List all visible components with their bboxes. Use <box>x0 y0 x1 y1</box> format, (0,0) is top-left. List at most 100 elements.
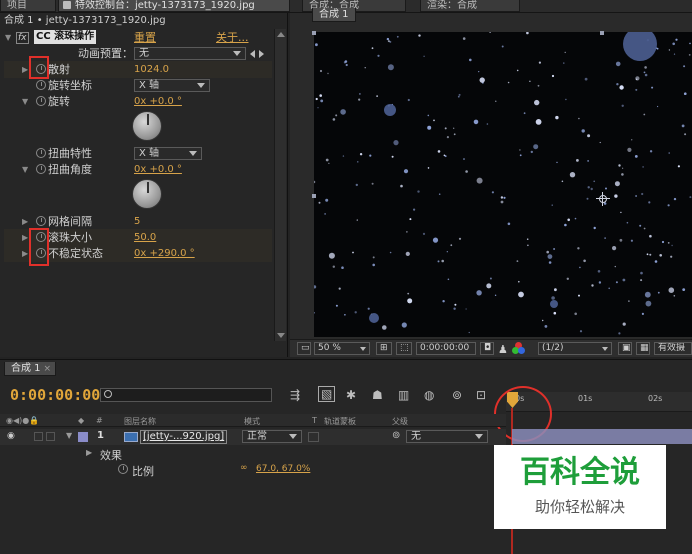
viewer-timecode[interactable]: 0:00:00:00 <box>416 342 476 355</box>
preset-dropdown[interactable]: 无 <box>134 47 246 60</box>
stopwatch-icon[interactable] <box>36 164 46 174</box>
expand-triangle-icon[interactable]: ▶ <box>22 213 28 230</box>
star-dot <box>315 43 318 47</box>
prop-value[interactable]: 5 <box>134 213 140 230</box>
prev-preset-icon[interactable] <box>250 50 255 58</box>
preserve-transparency-toggle[interactable] <box>308 432 319 442</box>
constrain-proportions-icon[interactable]: ∞ <box>240 463 248 473</box>
effect-controls-scrollbar[interactable] <box>274 29 286 341</box>
effects-row[interactable]: ▶ 效果 <box>0 446 506 462</box>
label-color-swatch[interactable] <box>78 432 88 442</box>
graph-editor-icon[interactable]: ⊡ <box>476 388 486 402</box>
show-snapshot-person-icon[interactable]: ♟ <box>498 343 508 356</box>
comp-canvas[interactable] <box>314 32 692 337</box>
scroll-up-icon[interactable] <box>277 32 285 37</box>
collapse-triangle-icon[interactable]: ▼ <box>22 93 28 110</box>
resolution-dropdown[interactable]: (1/2) <box>538 342 612 355</box>
region-of-interest-icon[interactable]: ⬚ <box>396 342 412 355</box>
motion-blur-icon[interactable]: ◍ <box>424 388 434 402</box>
layer-row[interactable]: ◉ ▼ 1 [jetty-...920.jpg] 正常 ⊚ 无 <box>0 429 506 445</box>
stopwatch-icon[interactable] <box>36 80 46 90</box>
brainstorm-icon[interactable]: ⊚ <box>452 388 462 402</box>
always-preview-icon[interactable]: ▭ <box>297 342 311 355</box>
frame-blending-icon[interactable]: ▥ <box>398 388 409 402</box>
tab-timeline-comp-1[interactable]: 合成 1 × <box>4 362 56 376</box>
transparency-grid-icon[interactable]: ▦ <box>636 342 650 355</box>
tab-effect-controls[interactable]: 特效控制台：jetty-1373173_1920.jpg <box>58 0 290 12</box>
next-preset-icon[interactable] <box>259 50 264 58</box>
comp-corner-handle[interactable] <box>600 31 604 35</box>
rotation-axis-dropdown[interactable]: X 轴 <box>134 79 210 92</box>
collapse-triangle-icon[interactable]: ▼ <box>22 161 28 178</box>
zoom-dropdown[interactable]: 50 % <box>314 342 370 355</box>
comp-edge-handle[interactable] <box>312 194 316 198</box>
prop-value[interactable]: 50.0 <box>134 229 156 246</box>
star-dot <box>618 164 621 167</box>
stopwatch-icon[interactable] <box>118 464 128 474</box>
draft-3d-icon[interactable]: ✱ <box>346 388 356 402</box>
fit-frame-icon[interactable]: ⊞ <box>376 342 392 355</box>
chevron-down-icon <box>189 151 197 156</box>
stopwatch-icon[interactable] <box>36 216 46 226</box>
stopwatch-icon[interactable] <box>36 148 46 158</box>
color-channels-icon[interactable] <box>512 342 526 355</box>
tab-project[interactable]: 项目 <box>0 0 56 12</box>
tab-comp-viewer-b[interactable]: 渲染：合成 <box>420 0 520 12</box>
blend-mode-dropdown[interactable]: 正常 <box>242 430 302 443</box>
comp-corner-handle[interactable] <box>312 31 316 35</box>
expand-triangle-icon[interactable]: ▶ <box>86 448 92 457</box>
timeline-search-input[interactable] <box>100 388 272 402</box>
scale-row[interactable]: 比例 ∞ 67.0, 67.0% <box>0 462 506 478</box>
parent-pickwhip-icon[interactable]: ⊚ <box>392 430 400 441</box>
star-dot <box>586 197 589 200</box>
eye-icon[interactable]: ◉ <box>7 431 15 441</box>
effect-header-row: ▼ fx CC 滚珠操作 重置 关于... <box>4 29 272 46</box>
star-dot <box>615 281 618 284</box>
scale-value[interactable]: 67.0, 67.0% <box>256 464 310 474</box>
camera-view-dropdown[interactable]: 有效摄 <box>654 342 692 355</box>
star-dot <box>648 201 651 204</box>
blurred-planet-dot <box>550 300 558 308</box>
rotation-dial[interactable] <box>132 111 162 141</box>
star-dot <box>614 181 620 187</box>
snapshot-camera-icon[interactable]: ◘ <box>480 342 494 355</box>
tab-comp-1[interactable]: 合成 1 <box>312 8 356 22</box>
star-dot <box>612 246 617 251</box>
collapse-triangle-icon[interactable]: ▼ <box>5 29 11 46</box>
star-dot <box>453 307 456 310</box>
solo-toggle[interactable] <box>46 432 55 441</box>
twist-property-dropdown[interactable]: X 轴 <box>134 147 202 160</box>
star-dot <box>355 183 358 187</box>
stopwatch-icon[interactable] <box>36 96 46 106</box>
reset-link[interactable]: 重置 <box>134 29 156 46</box>
column-source-name[interactable]: 图层名称 <box>124 416 156 427</box>
twist-angle-dial[interactable] <box>132 179 162 209</box>
expand-triangle-icon[interactable]: ▶ <box>22 229 28 246</box>
anchor-crosshair-icon[interactable] <box>596 192 610 206</box>
scroll-down-icon[interactable] <box>277 333 285 338</box>
expand-triangle-icon[interactable]: ▶ <box>22 245 28 262</box>
collapse-triangle-icon[interactable]: ▼ <box>66 431 72 440</box>
effect-name[interactable]: CC 滚珠操作 <box>34 30 97 44</box>
lock-icon[interactable] <box>63 1 71 9</box>
parent-dropdown[interactable]: 无 <box>406 430 488 443</box>
prop-value[interactable]: 1024.0 <box>134 61 169 78</box>
expand-triangle-icon[interactable]: ▶ <box>22 61 28 78</box>
audio-toggle[interactable] <box>34 432 43 441</box>
live-update-icon[interactable]: ▧ <box>318 386 336 402</box>
prop-value[interactable]: 0x +0.0 ° <box>134 161 182 178</box>
prop-value[interactable]: 0x +0.0 ° <box>134 93 182 110</box>
star-dot <box>567 218 570 222</box>
composition-mini-flowchart-icon[interactable]: ⇶ <box>290 388 300 402</box>
fast-preview-icon[interactable]: ▣ <box>618 342 632 355</box>
prop-value[interactable]: 0x +290.0 ° <box>134 245 195 262</box>
star-dot <box>670 255 673 258</box>
fx-icon[interactable]: fx <box>16 32 29 44</box>
timeline-timecode[interactable]: 0:00:00:00 <box>10 386 100 404</box>
about-link[interactable]: 关于... <box>216 29 249 46</box>
layer-name[interactable]: [jetty-...920.jpg] <box>140 430 228 444</box>
hide-shy-layers-icon[interactable]: ☗ <box>372 388 383 402</box>
close-icon[interactable]: × <box>44 364 52 374</box>
star-dot <box>372 263 375 267</box>
layer-duration-bar[interactable] <box>512 429 692 444</box>
